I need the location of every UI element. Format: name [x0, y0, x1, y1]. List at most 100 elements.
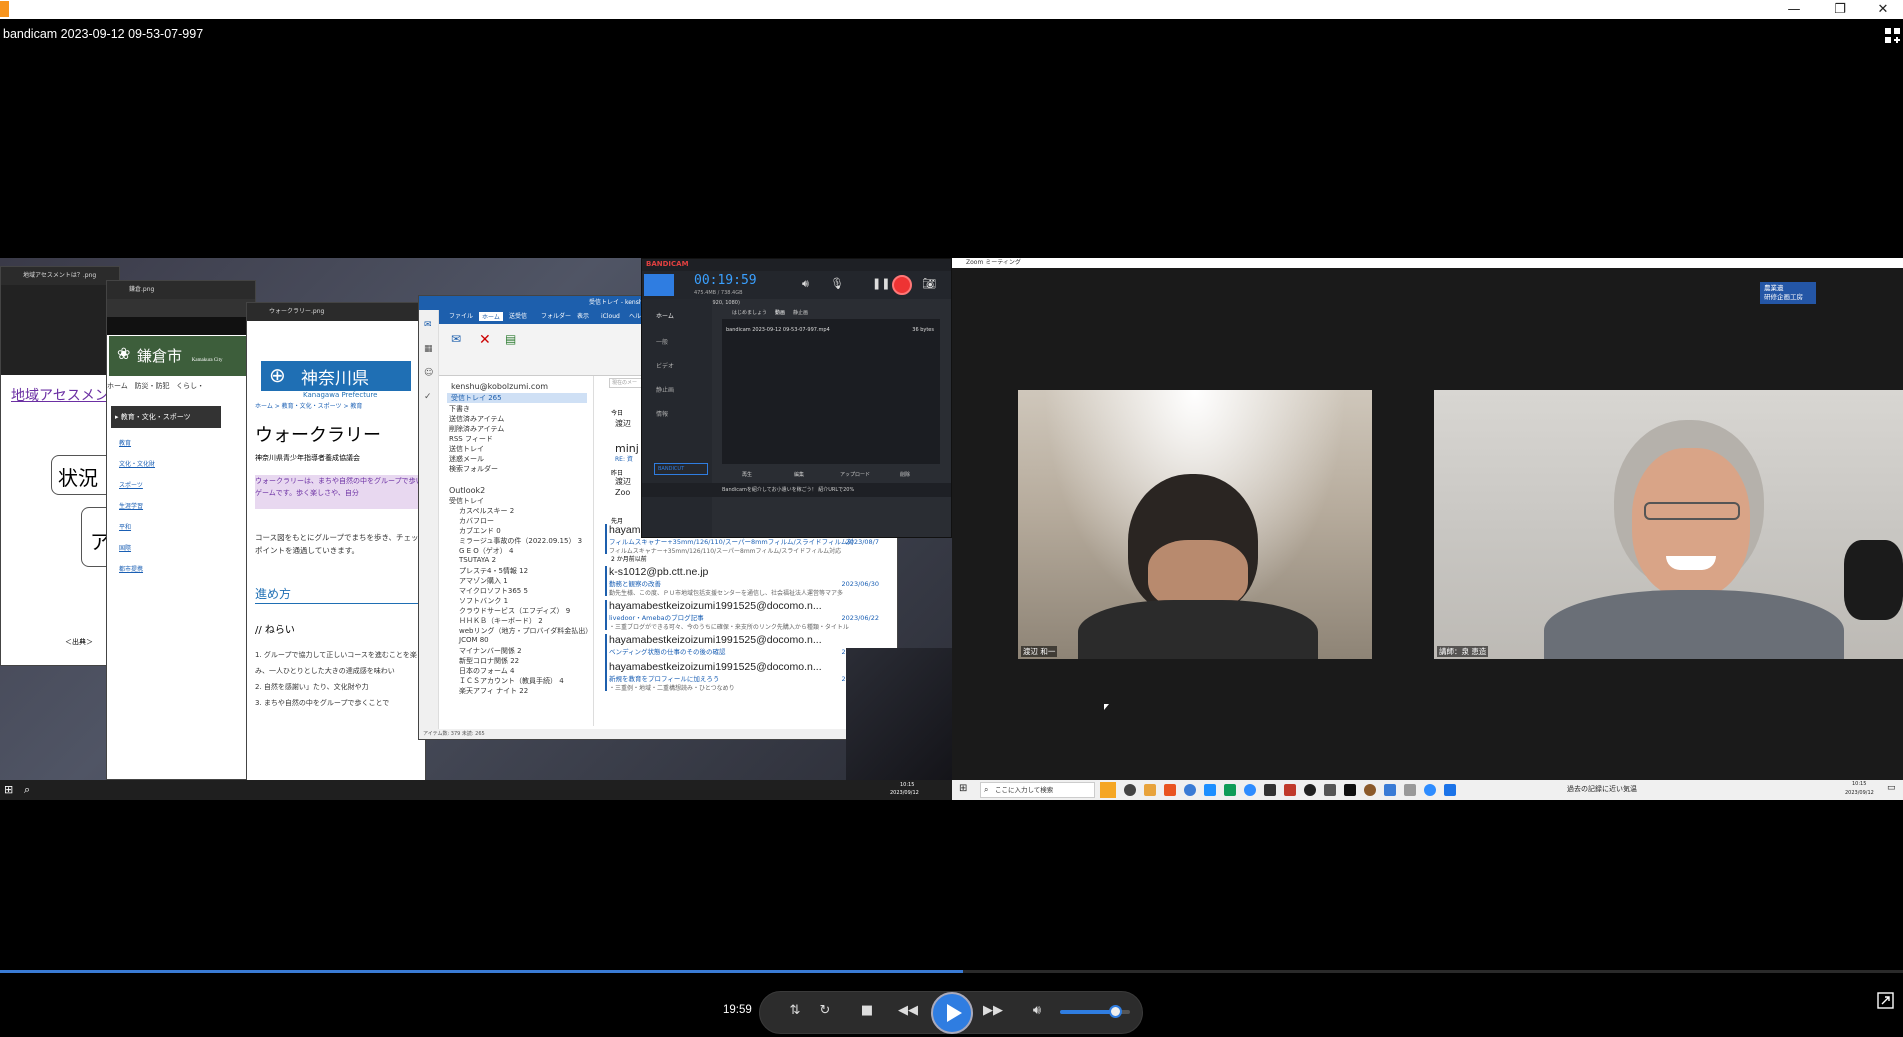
play-button[interactable] — [931, 992, 973, 1034]
fast-forward-icon[interactable]: ▶▶ — [978, 1001, 1008, 1021]
app-icon[interactable] — [1100, 782, 1116, 798]
notification-icon[interactable]: ▭ — [1887, 783, 1896, 793]
repeat-icon[interactable]: ↻ — [813, 1001, 837, 1021]
tab-send-receive[interactable]: 送受信 — [509, 310, 527, 324]
participant-video[interactable]: 講師：泉 恵造 — [1434, 390, 1903, 659]
people-icon[interactable]: ☺ — [424, 368, 433, 378]
tab-getting-started[interactable]: はじめましょう — [732, 310, 767, 316]
search-icon[interactable]: ⌕ — [24, 783, 30, 797]
upload-file-button[interactable]: アップロード — [840, 471, 870, 478]
breadcrumb[interactable]: ホーム > 教育・文化・スポーツ > 教育 — [255, 401, 362, 410]
folder-item[interactable]: 新型コロナ関係 22 — [459, 656, 519, 666]
taskbar-app-icon[interactable] — [1164, 784, 1176, 796]
folder-item[interactable]: 日本のフォーム 4 — [459, 666, 514, 676]
stop-record-button[interactable] — [892, 275, 912, 295]
tab-view[interactable]: 表示 — [577, 310, 589, 324]
promo-banner[interactable]: Bandicamを紹介してお小遣いを稼ごう！ 紹介URLで20% — [642, 483, 951, 497]
folder-item[interactable]: 送信済みアイテム — [449, 414, 504, 424]
delete-icon[interactable]: ✕ — [479, 332, 491, 348]
fullscreen-icon[interactable] — [1877, 992, 1894, 1009]
folder-item[interactable]: 受信トレイ — [449, 496, 484, 506]
tasks-icon[interactable]: ✓ — [424, 392, 432, 402]
taskbar-app-icon[interactable] — [1124, 784, 1136, 796]
taskbar-app-icon[interactable] — [1364, 784, 1376, 796]
folder-item[interactable]: カスペルスキー 2 — [459, 506, 514, 516]
inbox-folder[interactable]: 受信トレイ 265 — [447, 393, 587, 403]
folder-item[interactable]: G E O（ゲオ） 4 — [459, 546, 514, 556]
tab-file[interactable]: ファイル — [449, 310, 473, 324]
folder-item[interactable]: 迷惑メール — [449, 454, 484, 464]
calendar-icon[interactable]: ▦ — [424, 344, 433, 354]
restore-icon[interactable]: ❐ — [1817, 0, 1863, 19]
loop-ab-icon[interactable]: ⇅ — [783, 1001, 807, 1021]
sidebar-item-info[interactable]: 情報 — [656, 409, 668, 418]
mail-icon[interactable]: ✉ — [424, 320, 432, 330]
sidebar-item-home[interactable]: ホーム — [656, 311, 674, 320]
delete-file-button[interactable]: 削除 — [900, 471, 910, 478]
tab-video[interactable]: 動画 — [775, 310, 785, 316]
archive-icon[interactable]: ▤ — [505, 332, 516, 346]
taskbar-app-icon[interactable] — [1244, 784, 1256, 796]
folder-item[interactable]: 楽天アフィ ナイト 22 — [459, 686, 528, 696]
folder-item[interactable]: 送信トレイ — [449, 444, 484, 454]
stop-icon[interactable]: ■ — [855, 1001, 879, 1021]
pause-icon[interactable]: ❚❚ — [872, 277, 890, 290]
mail-peek[interactable]: 渡辺 — [615, 418, 631, 429]
layout-icon[interactable] — [1884, 27, 1901, 44]
mail-peek[interactable]: Zoo — [615, 488, 630, 497]
file-item[interactable]: bandicam 2023-09-12 09-53-07-997.mp4 — [726, 327, 830, 333]
folder-item[interactable]: JCOM 80 — [459, 636, 489, 644]
tab-folder[interactable]: フォルダー — [541, 310, 571, 324]
taskbar-app-icon[interactable] — [1384, 784, 1396, 796]
folder-item[interactable]: カブエンド 0 — [459, 526, 501, 536]
taskbar-app-icon[interactable] — [1264, 784, 1276, 796]
folder-item[interactable]: Outlook2 — [449, 486, 485, 495]
bandicut-button[interactable]: BANDICUT — [654, 463, 708, 475]
folder-item[interactable]: 下書き — [449, 404, 470, 414]
folder-item[interactable]: ＩＣＳアカウント（教員手続） 4 — [459, 676, 564, 686]
folder-item[interactable]: マイナンバー関係 2 — [459, 646, 522, 656]
tab-icloud[interactable]: iCloud — [601, 310, 620, 324]
sidebar-item-video[interactable]: ビデオ — [656, 361, 674, 370]
folder-item[interactable]: カバフロー — [459, 516, 494, 526]
folder-item[interactable]: ＨＨＫＢ（キーボード） 2 — [459, 616, 543, 626]
new-mail-icon[interactable]: ✉ — [451, 332, 461, 346]
taskbar-app-icon[interactable] — [1424, 784, 1436, 796]
tab-image[interactable]: 静止画 — [793, 310, 808, 316]
mic-icon[interactable]: 🎙︎ — [830, 277, 844, 290]
taskbar-app-icon[interactable] — [1344, 784, 1356, 796]
sidebar-item-image[interactable]: 静止画 — [656, 385, 674, 394]
volume-slider-handle[interactable] — [1109, 1005, 1122, 1018]
edit-file-button[interactable]: 編集 — [794, 471, 804, 478]
taskbar-app-icon[interactable] — [1284, 784, 1296, 796]
folder-item[interactable]: webリング（地方・プロバイダ料金払出） — [459, 626, 592, 636]
taskbar-app-icon[interactable] — [1204, 784, 1216, 796]
windows-start-icon[interactable]: ⊞ — [959, 783, 967, 794]
folder-item[interactable]: プレステ4・5情報 12 — [459, 566, 528, 576]
taskbar-app-icon[interactable] — [1404, 784, 1416, 796]
folder-item[interactable]: TSUTAYA 2 — [459, 556, 496, 564]
close-icon[interactable]: ✕ — [1863, 0, 1903, 19]
taskbar-app-icon[interactable] — [1184, 784, 1196, 796]
folder-item[interactable]: RSS フィード — [449, 434, 493, 444]
mail-peek[interactable]: 渡辺 — [615, 476, 631, 487]
folder-item[interactable]: クラウドサービス（エフディズ） 9 — [459, 606, 570, 616]
mail-row[interactable]: hayamabestkeizoizumi1991525@docomo.n... l… — [605, 600, 889, 631]
rewind-icon[interactable]: ◀◀ — [893, 1001, 923, 1021]
speaker-icon[interactable]: 🔊︎ — [802, 277, 809, 291]
volume-icon[interactable]: 🔊︎ — [1025, 1001, 1049, 1021]
mail-peek[interactable]: RE: 資 — [615, 454, 633, 463]
folder-item[interactable]: ミラージュ事故の件（2022.09.15） 3 — [459, 536, 582, 546]
taskbar-search-input[interactable]: ⌕ ここに入力して検索 — [980, 782, 1095, 798]
minimize-icon[interactable]: — — [1771, 0, 1817, 19]
video-frame[interactable]: 地域アセスメントは？.png 地域アセスメン 状況 ア ＜出典＞ 鎌倉.png … — [0, 258, 1903, 800]
account-name[interactable]: kenshu@kobolzumi.com — [451, 382, 548, 391]
windows-start-icon[interactable]: ⊞ — [4, 783, 13, 796]
camera-icon[interactable]: 📷︎ — [922, 277, 936, 290]
taskbar-app-icon[interactable] — [1144, 784, 1156, 796]
folder-item[interactable]: 検索フォルダー — [449, 464, 498, 474]
screen-mode-icon[interactable] — [644, 274, 674, 296]
folder-item[interactable]: 削除済みアイテム — [449, 424, 504, 434]
taskbar-app-icon[interactable] — [1444, 784, 1456, 796]
folder-item[interactable]: マイクロソフト365 5 — [459, 586, 528, 596]
